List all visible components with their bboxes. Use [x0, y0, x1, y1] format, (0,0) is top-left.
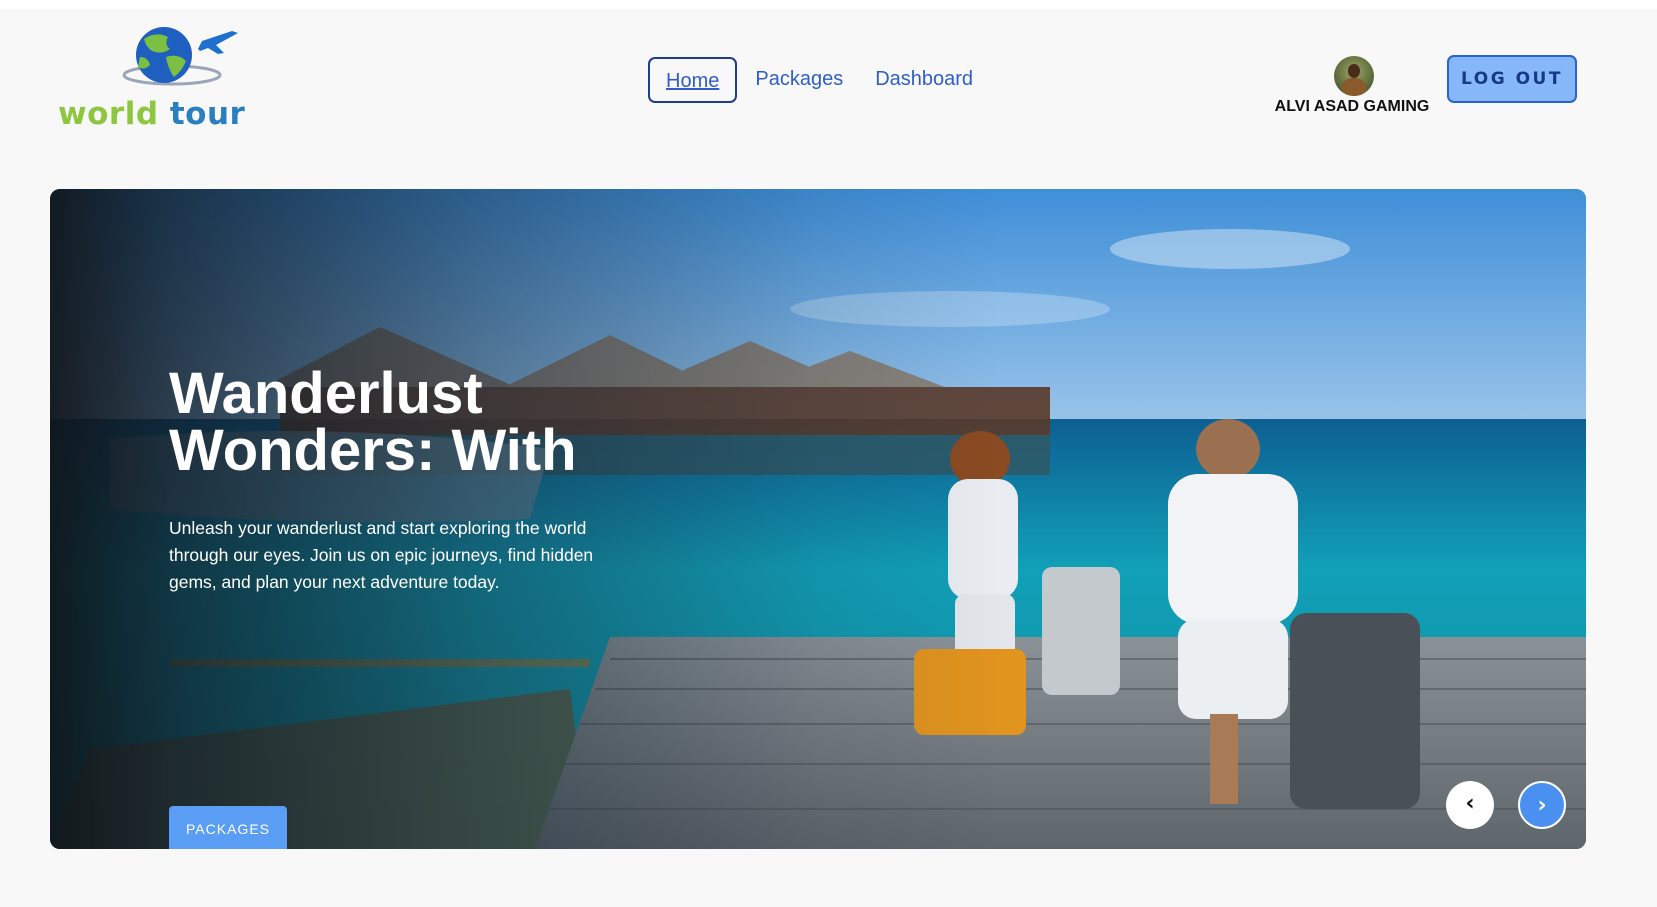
nav-packages-link[interactable]: Packages	[741, 57, 857, 103]
brand-logo[interactable]: world tour	[58, 27, 268, 137]
user-profile: ALVI ASAD GAMING	[1272, 47, 1432, 117]
avatar-body	[1342, 78, 1366, 96]
hero-description: Unleash your wanderlust and start explor…	[169, 518, 594, 592]
chevron-right-icon: ›	[1537, 793, 1547, 818]
hero-title: Wanderlust Wonders: With	[169, 365, 639, 480]
user-avatar[interactable]	[1334, 56, 1374, 96]
hero-carousel: Wanderlust Wonders: With Unleash your wa…	[50, 189, 1586, 849]
logout-button[interactable]: LOG OUT	[1447, 55, 1577, 103]
user-name: ALVI ASAD GAMING	[1274, 98, 1430, 115]
main-nav: Home Packages Dashboard	[648, 55, 991, 105]
globe-airplane-icon	[122, 27, 238, 86]
nav-dashboard-link[interactable]: Dashboard	[861, 57, 987, 103]
page: world tour Home Packages Dashboard ALVI …	[0, 9, 1657, 907]
navbar: world tour Home Packages Dashboard ALVI …	[0, 9, 1657, 159]
hero-title-line-2: Wonders: With	[169, 418, 577, 483]
avatar-head	[1348, 64, 1360, 78]
nav-home-link[interactable]: Home	[648, 57, 738, 103]
carousel-next-button[interactable]: ›	[1518, 781, 1566, 829]
hero-content: Wanderlust Wonders: With Unleash your wa…	[169, 365, 639, 849]
brand-name: world tour	[58, 99, 245, 130]
packages-button[interactable]: PACKAGES	[169, 806, 287, 849]
hero-title-line-1: Wanderlust	[169, 361, 483, 426]
brand-word-world: world	[58, 96, 159, 132]
brand-word-tour: tour	[169, 96, 246, 132]
carousel-prev-button[interactable]: ‹	[1446, 781, 1494, 829]
chevron-left-icon: ‹	[1465, 791, 1475, 816]
